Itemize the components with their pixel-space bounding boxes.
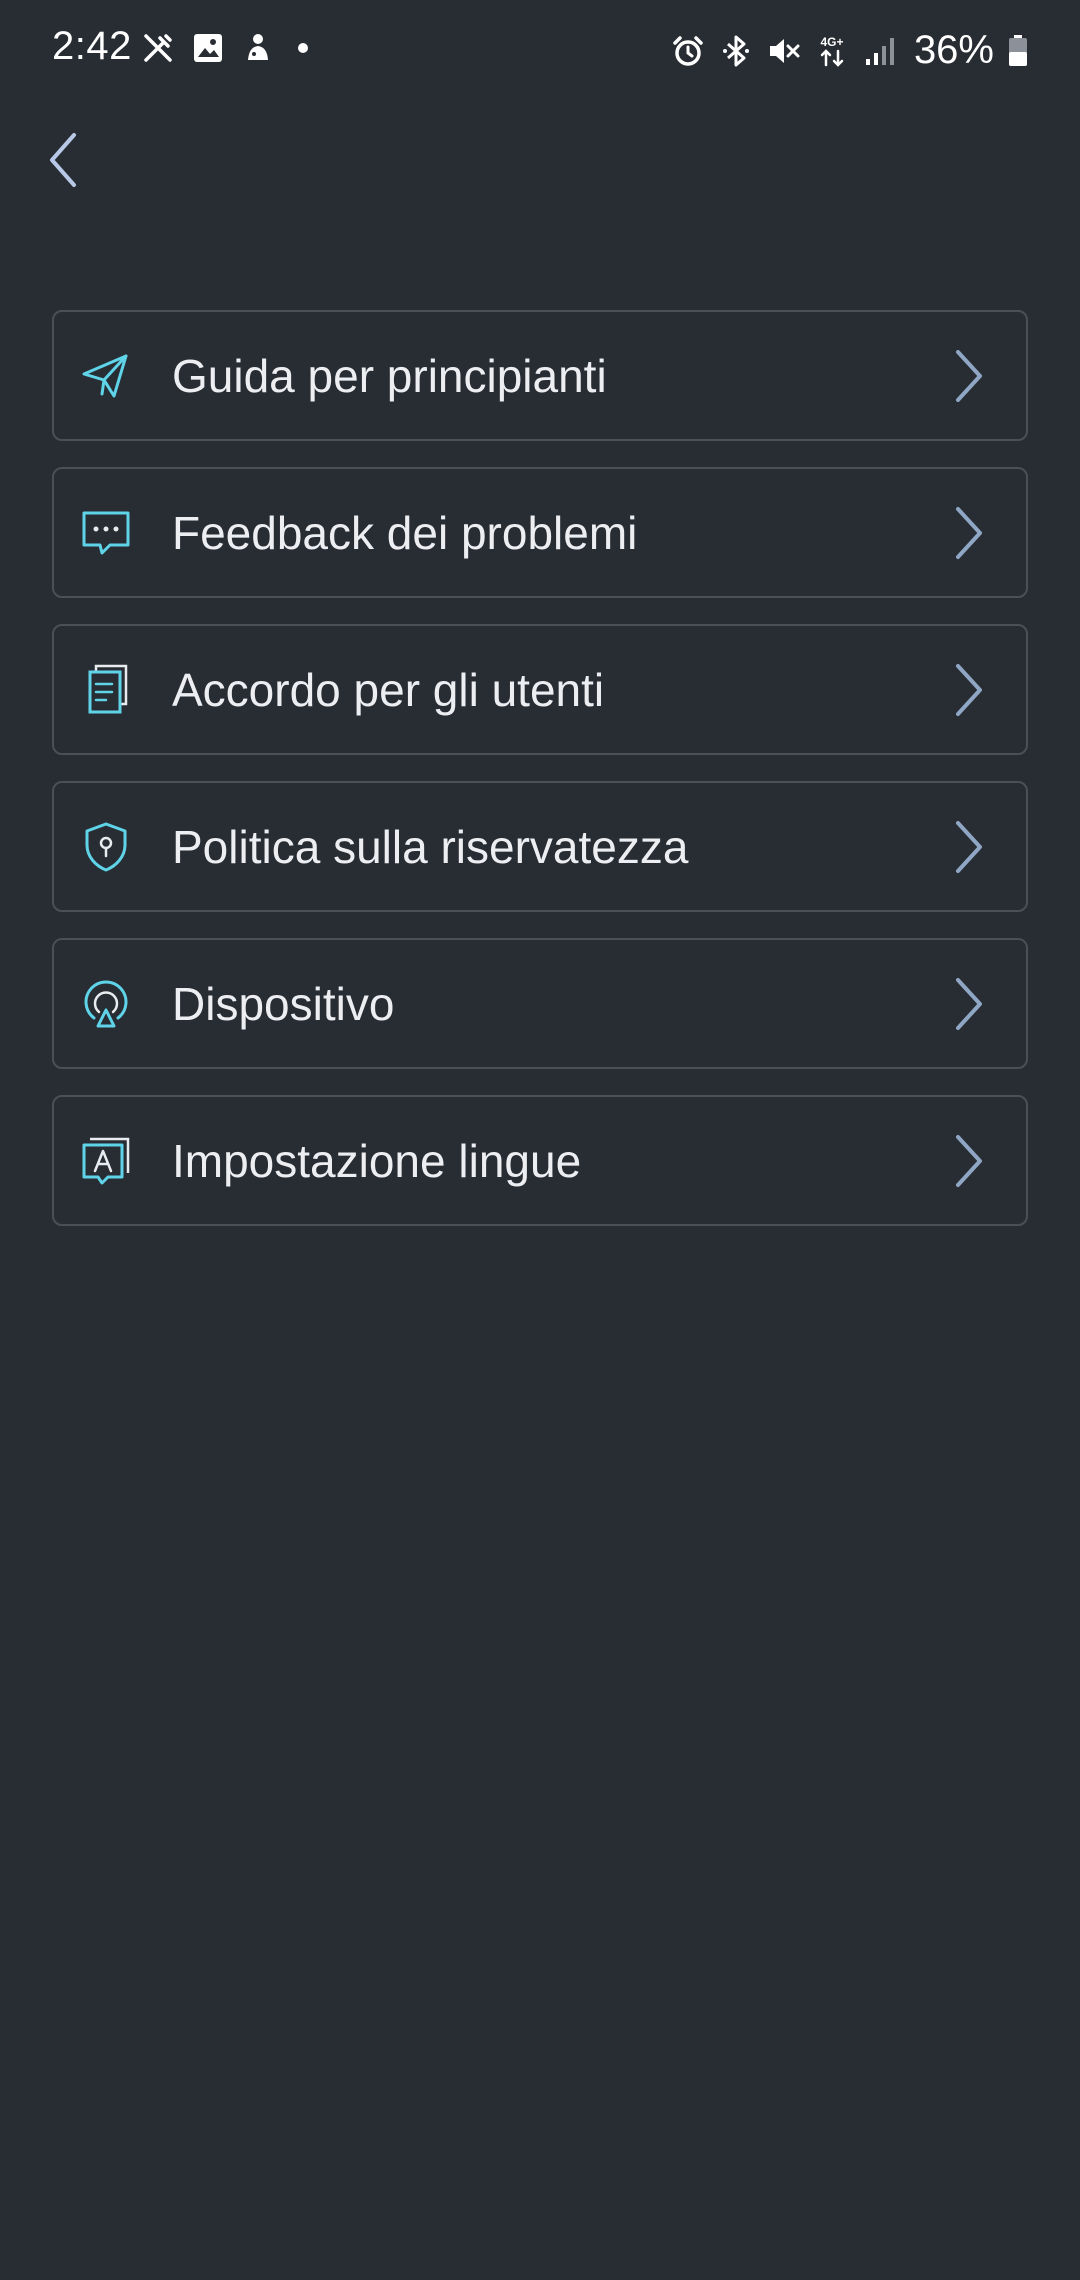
- menu-item-label: Dispositivo: [172, 977, 395, 1030]
- menu-item-label: Accordo per gli utenti: [172, 663, 605, 716]
- shield-lock-icon: [80, 821, 132, 873]
- edit-off-icon: [144, 34, 172, 62]
- device-cast-icon: [80, 978, 132, 1030]
- 4g-data-icon: 4G+: [820, 35, 843, 67]
- menu-item-user-agreement[interactable]: Accordo per gli utenti: [52, 624, 1028, 755]
- chevron-right-icon: [948, 1131, 988, 1191]
- menu-item-device[interactable]: Dispositivo: [52, 938, 1028, 1069]
- menu-item-label: Guida per principianti: [172, 349, 607, 402]
- chat-bubble-icon: [80, 507, 132, 559]
- battery-icon: [1009, 34, 1027, 66]
- chevron-right-icon: [948, 660, 988, 720]
- status-time: 2:42: [52, 24, 132, 68]
- bluetooth-icon: [722, 35, 749, 66]
- app-notification-icon: [248, 34, 268, 60]
- settings-screen: 2:42 4G+ 36% Guida per principianti Feed…: [0, 0, 1080, 2280]
- menu-item-label: Impostazione lingue: [172, 1134, 582, 1187]
- menu-item-label: Politica sulla riservatezza: [172, 820, 689, 873]
- language-icon: [80, 1135, 132, 1187]
- menu-list: Guida per principianti Feedback dei prob…: [52, 310, 1028, 1252]
- chevron-right-icon: [948, 346, 988, 406]
- signal-icon: [865, 37, 894, 65]
- back-button[interactable]: [24, 120, 104, 200]
- status-bar: 2:42 4G+ 36%: [0, 0, 1080, 100]
- menu-item-feedback[interactable]: Feedback dei problemi: [52, 467, 1028, 598]
- documents-icon: [80, 664, 132, 716]
- more-dot-icon: [298, 43, 308, 53]
- menu-item-language-settings[interactable]: Impostazione lingue: [52, 1095, 1028, 1226]
- chevron-right-icon: [948, 503, 988, 563]
- alarm-icon: [673, 35, 703, 66]
- image-icon: [194, 34, 222, 62]
- paper-plane-icon: [80, 350, 132, 402]
- menu-item-label: Feedback dei problemi: [172, 506, 638, 559]
- status-right-icons: 4G+ 36%: [670, 28, 1030, 73]
- menu-item-privacy-policy[interactable]: Politica sulla riservatezza: [52, 781, 1028, 912]
- chevron-left-icon: [50, 133, 76, 187]
- status-left-icons: [140, 30, 308, 66]
- svg-text:4G+: 4G+: [820, 35, 843, 49]
- menu-item-beginner-guide[interactable]: Guida per principianti: [52, 310, 1028, 441]
- chevron-right-icon: [948, 817, 988, 877]
- battery-percent: 36%: [913, 28, 994, 72]
- chevron-right-icon: [948, 974, 988, 1034]
- mute-icon: [769, 38, 800, 63]
